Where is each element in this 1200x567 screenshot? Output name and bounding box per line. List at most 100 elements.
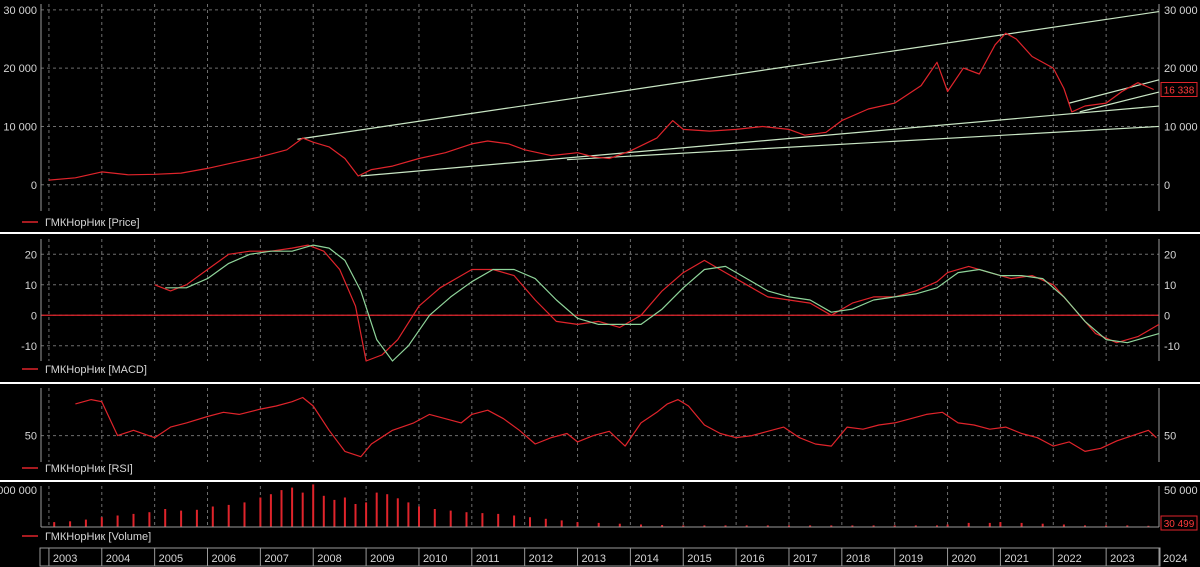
legend-label: ГМКНорНик [Volume]: [45, 531, 151, 543]
last-value-label: 16 338: [1164, 85, 1195, 96]
volume-bar: [180, 510, 183, 527]
x-tick-label: 2015: [687, 553, 711, 565]
volume-bar: [465, 512, 468, 527]
volume-bar: [597, 522, 600, 527]
volume-bar: [322, 495, 325, 527]
y-tick-label-right: -10: [1164, 341, 1180, 353]
series-line-rsi: [75, 396, 1157, 458]
y-tick-label-right: 0: [1164, 310, 1170, 322]
volume-bar: [269, 494, 272, 527]
y-tick-label-right: 20: [1164, 249, 1176, 261]
volume-bar: [164, 509, 167, 527]
y-tick-label-right: 10: [1164, 280, 1176, 292]
x-tick-label: 2018: [846, 553, 870, 565]
y-tick-label-right: 30 000: [1164, 5, 1198, 17]
volume-bar: [396, 498, 399, 527]
volume-bar: [211, 506, 214, 527]
volume-bar: [312, 484, 315, 527]
x-tick-label: 2020: [952, 553, 976, 565]
volume-bar: [513, 515, 516, 527]
volume-bar: [529, 517, 531, 527]
series-line-macd: [154, 244, 1160, 362]
volume-bar: [148, 512, 151, 527]
y-tick-label-left: 0: [31, 180, 37, 192]
legend-label: ГМКНорНик [Price]: [45, 217, 140, 229]
x-tick-label: 2011: [476, 553, 500, 565]
volume-bar: [999, 522, 1002, 527]
y-tick-label-right: 0: [1164, 180, 1170, 192]
volume-bar: [301, 492, 304, 527]
trendline: [1079, 91, 1160, 113]
volume-bar: [343, 497, 346, 527]
panel-macd: -10 -10 0 0 10 10 20 20 ГМКНорНик [MACD]: [21, 239, 1180, 376]
x-tick-label: 2014: [634, 553, 658, 565]
volume-bar: [1020, 522, 1023, 527]
volume-bar: [365, 502, 368, 527]
volume-bar: [418, 506, 420, 527]
volume-bar: [132, 513, 135, 527]
panel-rsi: 50 50 ГМКНорНик [RSI]: [22, 388, 1176, 475]
volume-bar: [291, 487, 294, 527]
y-tick-label-right: 50: [1164, 431, 1176, 443]
volume-bar: [333, 499, 336, 527]
legend-label: ГМКНорНик [MACD]: [45, 364, 147, 376]
panel-volume: 000 000 50 000 30 499 ГМКНорНик [Volume]: [0, 484, 1198, 543]
x-tick-label: 2005: [159, 553, 183, 565]
volume-bar: [407, 502, 410, 527]
x-tick-label: 2023: [1110, 553, 1134, 565]
series-line-macd: [165, 244, 1160, 362]
y-tick-label-left: 50: [25, 431, 37, 443]
volume-bar: [243, 502, 246, 527]
y-tick-label-left: 20 000: [3, 63, 37, 75]
x-tick-label: 2010: [423, 553, 447, 565]
volume-bar: [259, 497, 262, 527]
trendline: [360, 105, 1160, 177]
x-tick-label: 2012: [529, 553, 553, 565]
volume-bar: [497, 513, 500, 527]
x-tick-label: 2004: [106, 553, 130, 565]
volume-bar: [53, 522, 56, 527]
volume-bar: [576, 522, 579, 527]
x-tick-label: 2022: [1057, 553, 1081, 565]
y-tick-label-left: 10 000: [3, 121, 37, 133]
x-tick-label: 2007: [264, 553, 288, 565]
volume-bar: [433, 509, 436, 527]
x-tick-label: 2024: [1163, 553, 1187, 565]
y-tick-label-left: 000 000: [0, 485, 37, 497]
volume-bar: [375, 492, 378, 527]
volume-bar: [560, 520, 563, 527]
volume-bar: [967, 522, 970, 527]
volume-bar: [449, 510, 452, 527]
volume-bar: [386, 494, 389, 527]
volume-bar: [280, 490, 283, 527]
y-tick-label-right: 20 000: [1164, 63, 1198, 75]
x-tick-label: 2008: [317, 553, 341, 565]
volume-bar: [100, 517, 103, 527]
volume-bar: [195, 509, 198, 527]
legend-label: ГМКНорНик [RSI]: [45, 463, 133, 475]
x-tick-label: 2019: [899, 553, 923, 565]
x-tick-label: 2017: [793, 553, 817, 565]
volume-bar: [227, 504, 230, 527]
series-line-price: [48, 32, 1154, 181]
y-tick-label-left: 0: [31, 310, 37, 322]
y-tick-label-left: -10: [21, 341, 37, 353]
last-value-label: 30 499: [1164, 519, 1195, 530]
trendline: [1068, 79, 1160, 104]
volume-bar: [116, 515, 119, 527]
y-tick-label-left: 20: [25, 249, 37, 261]
chart-root: 0 0 10 000 10 000 20 000 20 000 30 000 30 000 16…: [0, 4, 1200, 567]
x-tick-label: 2006: [212, 553, 236, 565]
volume-bar: [354, 504, 357, 527]
volume-bar: [481, 513, 484, 527]
volume-bar: [988, 522, 991, 527]
y-tick-label-left: 30 000: [3, 5, 37, 17]
trendline: [297, 10, 1160, 140]
y-tick-label-right: 50 000: [1164, 485, 1198, 497]
volume-bar: [544, 518, 547, 527]
y-tick-label-left: 10: [25, 280, 37, 292]
volume-bar: [69, 521, 72, 527]
x-tick-label: 2009: [370, 553, 394, 565]
x-tick-label: 2021: [1004, 553, 1028, 565]
x-tick-label: 2003: [53, 553, 77, 565]
